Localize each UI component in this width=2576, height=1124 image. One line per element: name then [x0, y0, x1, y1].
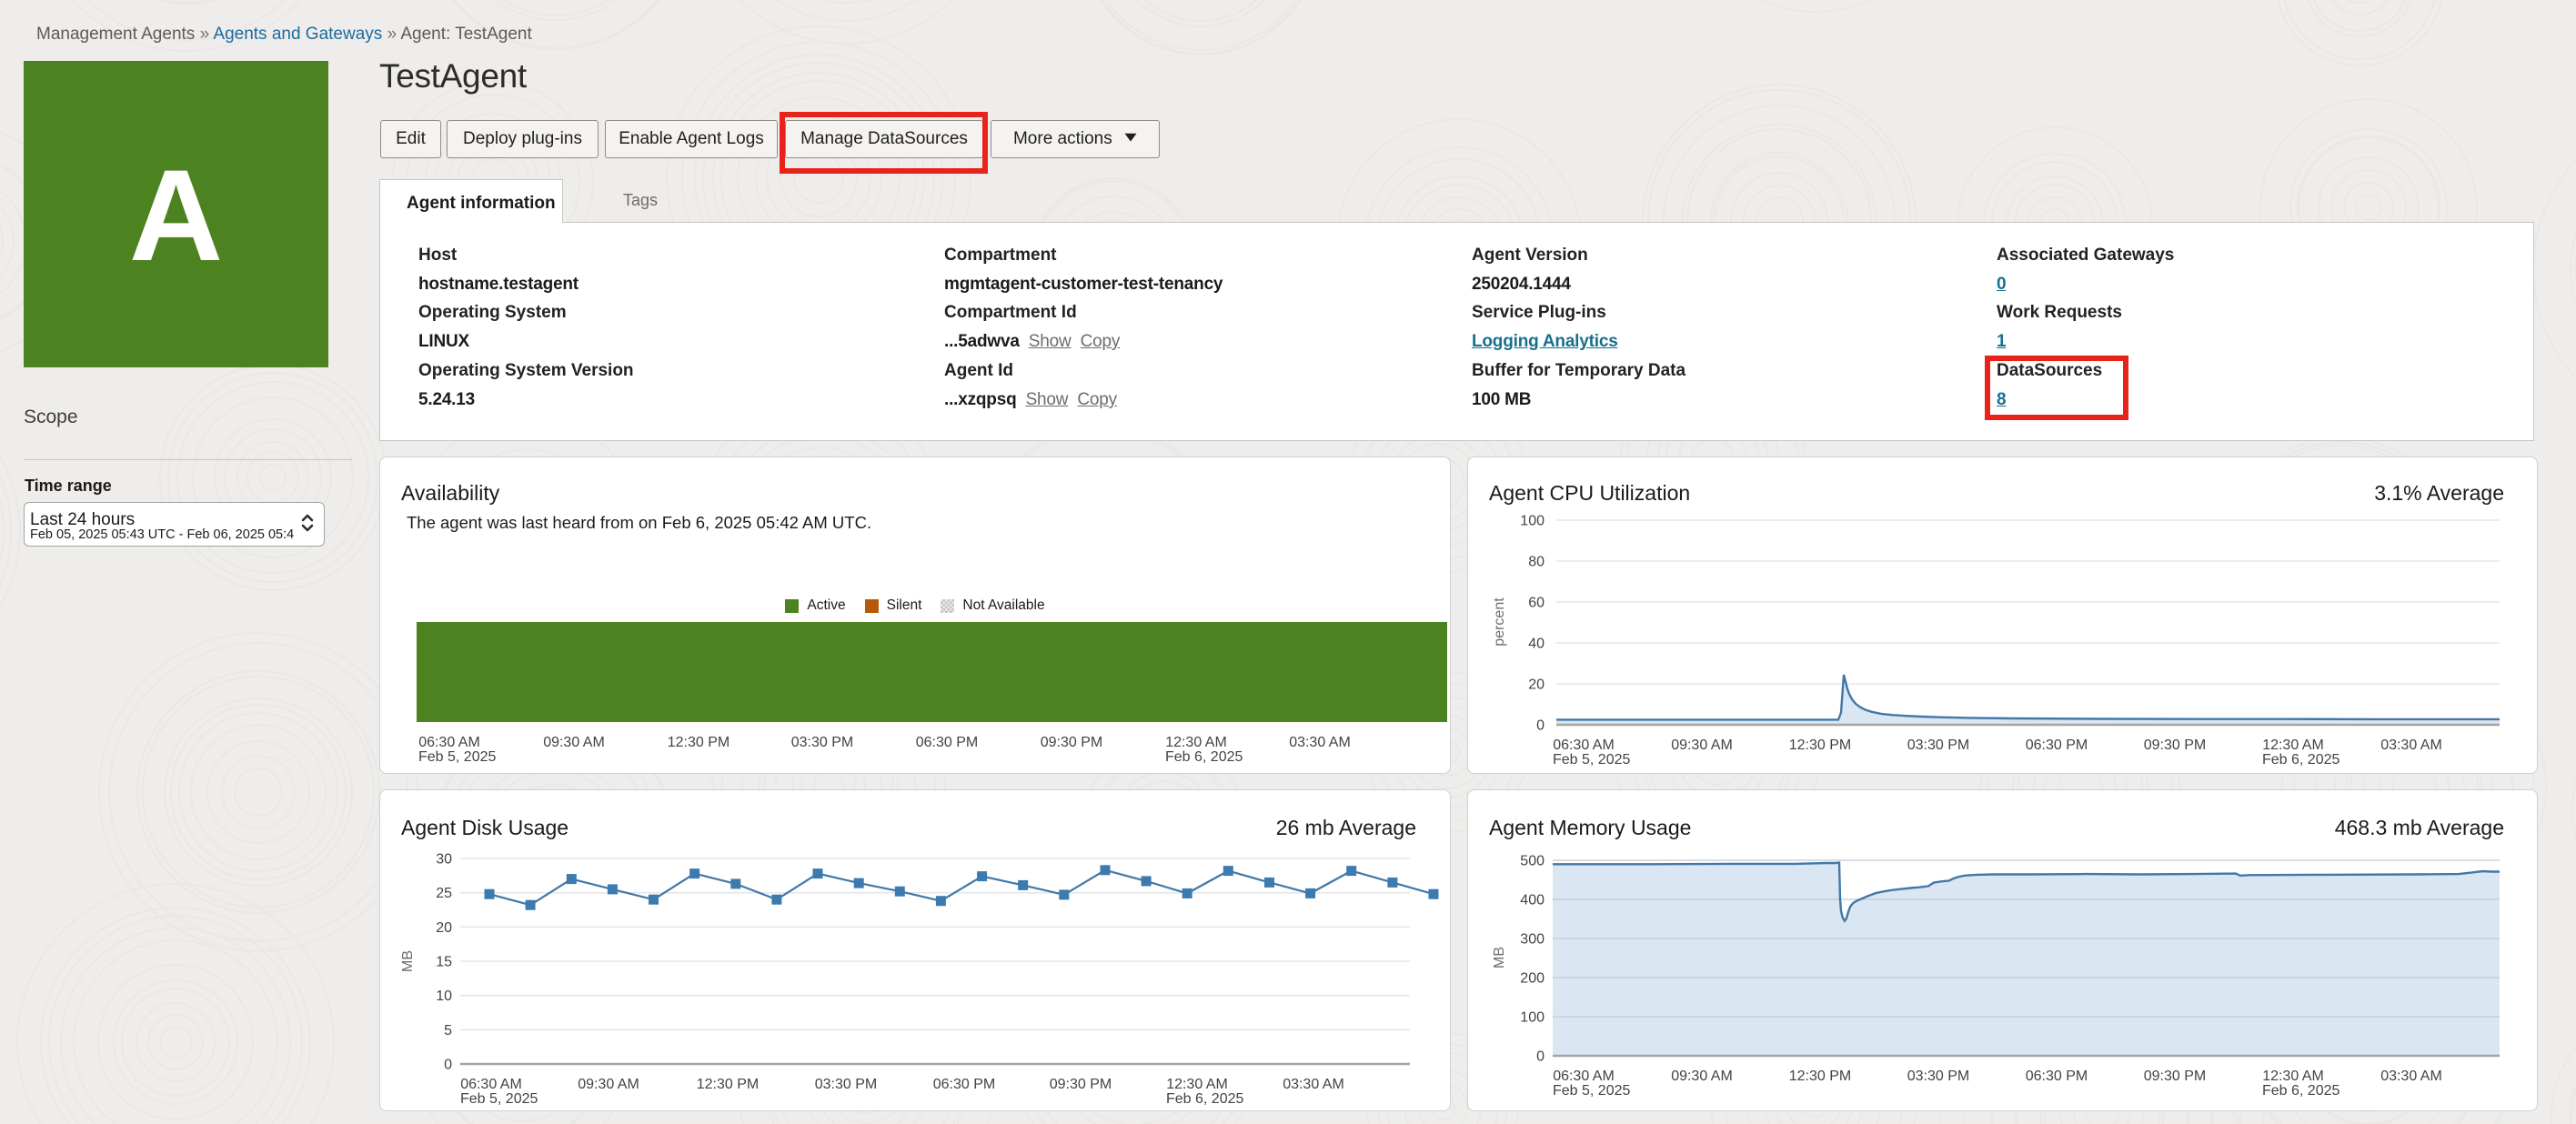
svg-text:10: 10	[436, 989, 452, 1004]
svg-text:0: 0	[1536, 718, 1545, 734]
svg-text:12:30 PM: 12:30 PM	[1789, 1069, 1851, 1084]
svg-text:09:30 AM: 09:30 AM	[1671, 738, 1733, 753]
svg-text:12:30 AM: 12:30 AM	[1165, 735, 1227, 750]
svg-text:06:30 PM: 06:30 PM	[2026, 738, 2088, 753]
svg-text:MB: MB	[1492, 947, 1507, 968]
svg-text:Feb 5, 2025: Feb 5, 2025	[1553, 1083, 1631, 1099]
svg-text:06:30 PM: 06:30 PM	[916, 735, 978, 750]
svg-text:06:30 AM: 06:30 AM	[1553, 1069, 1615, 1084]
svg-text:09:30 PM: 09:30 PM	[2144, 738, 2206, 753]
svg-text:300: 300	[1520, 932, 1545, 948]
svg-text:Feb 6, 2025: Feb 6, 2025	[2262, 752, 2340, 768]
svg-text:Feb 5, 2025: Feb 5, 2025	[418, 749, 497, 765]
svg-text:06:30 AM: 06:30 AM	[460, 1077, 522, 1092]
svg-text:12:30 AM: 12:30 AM	[2262, 738, 2324, 753]
svg-text:40: 40	[1528, 637, 1545, 652]
svg-text:09:30 AM: 09:30 AM	[1671, 1069, 1733, 1084]
svg-text:400: 400	[1520, 893, 1545, 908]
svg-text:03:30 PM: 03:30 PM	[791, 735, 853, 750]
svg-text:03:30 AM: 03:30 AM	[1283, 1077, 1344, 1092]
svg-text:06:30 PM: 06:30 PM	[933, 1077, 995, 1092]
svg-text:12:30 PM: 12:30 PM	[668, 735, 730, 750]
svg-text:03:30 PM: 03:30 PM	[815, 1077, 877, 1092]
svg-text:12:30 PM: 12:30 PM	[1789, 738, 1851, 753]
svg-text:500: 500	[1520, 854, 1545, 869]
svg-text:5: 5	[444, 1023, 452, 1039]
svg-text:Feb 5, 2025: Feb 5, 2025	[460, 1091, 538, 1107]
svg-text:20: 20	[436, 920, 452, 936]
svg-text:09:30 PM: 09:30 PM	[2144, 1069, 2206, 1084]
svg-text:06:30 PM: 06:30 PM	[2026, 1069, 2088, 1084]
svg-text:100: 100	[1520, 1010, 1545, 1026]
svg-text:03:30 PM: 03:30 PM	[1907, 1069, 1969, 1084]
svg-text:0: 0	[1536, 1049, 1545, 1065]
svg-text:03:30 AM: 03:30 AM	[2380, 738, 2442, 753]
svg-text:12:30 PM: 12:30 PM	[697, 1077, 759, 1092]
svg-text:30: 30	[436, 852, 452, 868]
svg-text:09:30 AM: 09:30 AM	[578, 1077, 639, 1092]
svg-text:80: 80	[1528, 555, 1545, 570]
svg-text:60: 60	[1528, 596, 1545, 611]
svg-text:06:30 AM: 06:30 AM	[418, 735, 480, 750]
svg-text:06:30 AM: 06:30 AM	[1553, 738, 1615, 753]
svg-text:03:30 PM: 03:30 PM	[1907, 738, 1969, 753]
svg-text:Feb 6, 2025: Feb 6, 2025	[1166, 1091, 1244, 1107]
svg-text:200: 200	[1520, 971, 1545, 987]
svg-text:03:30 AM: 03:30 AM	[2380, 1069, 2442, 1084]
svg-text:percent: percent	[1492, 597, 1507, 647]
svg-text:20: 20	[1528, 677, 1545, 693]
svg-text:100: 100	[1520, 514, 1545, 529]
svg-text:09:30 AM: 09:30 AM	[543, 735, 605, 750]
svg-text:25: 25	[436, 886, 452, 901]
svg-text:09:30 PM: 09:30 PM	[1050, 1077, 1112, 1092]
svg-text:12:30 AM: 12:30 AM	[1166, 1077, 1228, 1092]
svg-text:Feb 6, 2025: Feb 6, 2025	[2262, 1083, 2340, 1099]
svg-text:Feb 6, 2025: Feb 6, 2025	[1165, 749, 1243, 765]
svg-text:Feb 5, 2025: Feb 5, 2025	[1553, 752, 1631, 768]
svg-text:MB: MB	[400, 950, 416, 972]
svg-text:0: 0	[444, 1058, 452, 1073]
svg-text:12:30 AM: 12:30 AM	[2262, 1069, 2324, 1084]
svg-text:15: 15	[436, 955, 452, 970]
svg-text:09:30 PM: 09:30 PM	[1041, 735, 1102, 750]
svg-text:03:30 AM: 03:30 AM	[1289, 735, 1351, 750]
